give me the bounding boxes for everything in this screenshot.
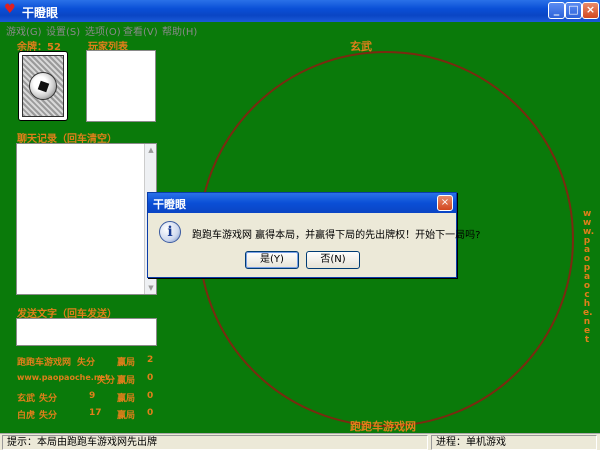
chat-history-box[interactable]: ▲ ▼ (16, 143, 157, 295)
card-back (22, 55, 64, 117)
maximize-button[interactable]: □ (565, 2, 582, 19)
game-window: ♥ 干瞪眼 _ □ × 游戏(G) 设置(S) 选项(O) 查看(V) 帮助(H… (0, 0, 600, 450)
soccer-ball-icon (29, 72, 57, 100)
window-title: 干瞪眼 (22, 6, 59, 20)
no-button[interactable]: 否(N) (306, 251, 360, 269)
title-bar[interactable]: ♥ 干瞪眼 _ □ × (0, 0, 600, 22)
message-dialog: 干瞪眼 × i 跑跑车游戏网 赢得本局，并赢得下局的先出牌权！开始下一局吗? 是… (147, 192, 481, 278)
score-player-name: 玄武 (17, 394, 36, 404)
menu-view[interactable]: 查看(V) (123, 23, 158, 38)
status-bar: 提示：本局由跑跑车游戏网先出牌 进程：单机游戏 (0, 433, 600, 450)
deck-card[interactable] (18, 51, 68, 121)
menu-settings[interactable]: 设置(S) (46, 23, 80, 38)
dialog-message: 跑跑车游戏网 赢得本局，并赢得下局的先出牌权！开始下一局吗? (192, 230, 481, 241)
yes-button[interactable]: 是(Y) (245, 251, 299, 269)
score-win-value: 0 (147, 408, 154, 418)
score-win-label: 赢局 (117, 411, 136, 421)
dialog-title[interactable]: 干瞪眼 (148, 193, 456, 213)
menu-game[interactable]: 游戏(G) (6, 23, 42, 38)
minimize-button[interactable]: _ (548, 2, 565, 19)
score-lose-label: 失分 (39, 394, 58, 404)
score-win-label: 赢局 (117, 376, 136, 386)
score-lose-value: 9 (89, 391, 96, 401)
heart-app-icon: ♥ (4, 2, 16, 17)
player-list-box[interactable] (86, 50, 156, 122)
score-win-label: 赢局 (117, 358, 136, 368)
score-player-name: 白虎 (17, 411, 36, 421)
status-progress: 进程：单机游戏 (431, 435, 597, 450)
info-icon: i (159, 221, 181, 243)
menu-help[interactable]: 帮助(H) (162, 23, 197, 38)
scroll-down-icon[interactable]: ▼ (146, 283, 156, 293)
score-lose-value: 17 (89, 408, 102, 418)
score-player-name: www.paopaoche.net (17, 373, 109, 382)
score-lose-label: 失分 (77, 358, 96, 368)
menu-bar: 游戏(G) 设置(S) 选项(O) 查看(V) 帮助(H) (0, 22, 600, 38)
status-hint: 提示：本局由跑跑车游戏网先出牌 (2, 435, 428, 450)
close-button[interactable]: × (582, 2, 599, 19)
dialog-close-icon[interactable]: × (437, 195, 453, 211)
seat-bottom-name: 跑跑车游戏网 (350, 420, 416, 433)
scroll-up-icon[interactable]: ▲ (146, 145, 156, 155)
menu-options[interactable]: 选项(O) (85, 23, 121, 38)
score-lose-label: 失分 (39, 411, 58, 421)
vertical-website-text: www.paopaoche.net (583, 209, 595, 345)
seat-top-name: 玄武 (350, 40, 372, 53)
score-win-label: 赢局 (117, 394, 136, 404)
score-win-value: 0 (147, 391, 154, 401)
score-lose-label: 失分 (97, 376, 116, 386)
score-win-value: 0 (147, 373, 154, 383)
score-player-name: 跑跑车游戏网 (17, 358, 72, 368)
send-text-input[interactable] (16, 318, 157, 346)
score-win-value: 2 (147, 355, 154, 365)
